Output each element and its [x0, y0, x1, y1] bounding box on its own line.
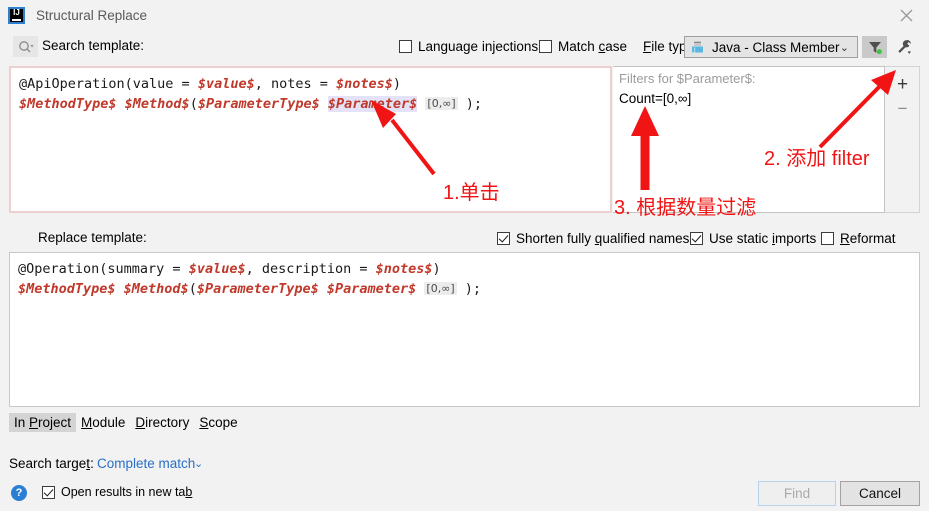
file-type-select[interactable]: J Java - Class Member ⌄ — [684, 36, 858, 58]
open-results-in-new-tab-checkbox[interactable]: Open results in new tab — [42, 485, 192, 499]
replace-template-label: Replace template: — [38, 230, 147, 245]
filter-actions: + − — [885, 66, 920, 213]
close-icon[interactable] — [883, 0, 929, 30]
code-token: $value$ — [197, 76, 255, 92]
search-template-line-1: @ApiOperation(value = $value$, notes = $… — [19, 74, 401, 94]
window-title: Structural Replace — [36, 7, 148, 23]
intellij-idea-logo-icon — [8, 6, 25, 24]
chevron-down-icon[interactable]: ⌄ — [194, 457, 203, 470]
code-token: $Parameter$ — [327, 96, 418, 112]
annotation-step-1: 1.单击 — [443, 182, 500, 204]
use-static-imports-checkbox[interactable]: Use static imports — [690, 231, 816, 246]
shorten-fully-qualified-names-checkbox-box — [497, 232, 510, 245]
structural-replace-dialog: Structural Replace Search template: Lang… — [0, 0, 929, 511]
language-injections-checkbox-box — [399, 40, 412, 53]
filters-panel-title: Filters for $Parameter$: — [619, 71, 756, 86]
use-static-imports-label: Use static imports — [709, 231, 817, 246]
code-token: $notes$ — [336, 76, 393, 92]
search-template-editor[interactable]: @ApiOperation(value = $value$, notes = $… — [9, 66, 612, 213]
language-injections-checkbox[interactable]: Language injections — [399, 39, 538, 54]
open-results-in-new-tab-checkbox-box — [42, 485, 55, 499]
match-case-label: Match case — [558, 39, 628, 54]
code-token: $MethodType$ $Method$ — [18, 281, 189, 297]
code-token: $ParameterType$ $Parameter$ — [196, 281, 417, 297]
code-token: $ParameterType$ — [197, 96, 328, 112]
shorten-fully-qualified-names-checkbox[interactable]: Shorten fully qualified names — [497, 231, 689, 246]
code-token: , notes = — [254, 76, 336, 92]
filter-list-item[interactable]: Count=[0,∞] — [619, 91, 691, 106]
replace-template-line-2: $MethodType$ $Method$($ParameterType$ $P… — [18, 279, 481, 299]
cancel-button[interactable]: Cancel — [840, 481, 920, 506]
code-token: ); — [457, 96, 483, 112]
match-case-checkbox[interactable]: Match case — [539, 39, 627, 54]
code-token: ) — [392, 76, 402, 92]
annotation-step-2: 2. 添加 filter — [764, 148, 870, 170]
find-button[interactable]: Find — [758, 481, 836, 506]
search-template-line-2: $MethodType$ $Method$($ParameterType$ $P… — [19, 94, 482, 114]
code-token: @Operation(summary = — [18, 261, 189, 277]
search-template-label: Search template: — [42, 38, 145, 53]
svg-text:J: J — [693, 48, 696, 54]
code-token: $MethodType$ $Method$ — [19, 96, 190, 112]
java-class-member-icon: J — [691, 40, 705, 54]
reformat-label: Reformat — [840, 231, 896, 246]
replace-template-line-1: @Operation(summary = $value$, descriptio… — [18, 259, 441, 279]
scope-tab-directory[interactable]: Directory — [130, 413, 194, 432]
scope-tabs: In Project Module Directory Scope — [9, 412, 243, 432]
search-target-label: Search target: — [9, 456, 94, 471]
code-token: ( — [189, 96, 198, 112]
code-token: ) — [432, 261, 441, 277]
code-token: @ApiOperation(value = — [19, 76, 198, 92]
code-token: ( — [188, 281, 197, 297]
match-case-checkbox-box — [539, 40, 552, 53]
scope-tab-scope[interactable]: Scope — [194, 413, 242, 432]
code-token: $value$ — [188, 261, 246, 277]
wrench-icon[interactable] — [891, 36, 916, 58]
filter-icon[interactable] — [862, 36, 887, 58]
scope-tab-module[interactable]: Module — [76, 413, 130, 432]
search-dropdown-icon[interactable] — [13, 36, 38, 57]
code-token: [0,∞] — [425, 97, 458, 110]
search-template-toolbar: Search template: Language injections Mat… — [0, 36, 929, 61]
language-injections-label: Language injections — [418, 39, 539, 54]
add-filter-button[interactable]: + — [885, 71, 920, 97]
annotation-step-3: 3. 根据数量过滤 — [614, 197, 757, 219]
replace-template-editor[interactable]: @Operation(summary = $value$, descriptio… — [9, 252, 920, 407]
code-token: ); — [456, 281, 482, 297]
open-results-in-new-tab-label: Open results in new tab — [61, 485, 193, 499]
title-bar: Structural Replace — [0, 0, 929, 30]
code-token: [0,∞] — [424, 282, 457, 295]
help-icon[interactable]: ? — [11, 485, 27, 501]
code-token: , description = — [245, 261, 376, 277]
reformat-checkbox-box — [821, 232, 834, 245]
use-static-imports-checkbox-box — [690, 232, 703, 245]
chevron-down-icon: ⌄ — [839, 42, 849, 54]
reformat-checkbox[interactable]: Reformat — [821, 231, 896, 246]
shorten-fully-qualified-names-label: Shorten fully qualified names — [516, 231, 690, 246]
remove-filter-button[interactable]: − — [885, 95, 920, 121]
search-target-value[interactable]: Complete match — [97, 456, 195, 471]
scope-tab-in-project[interactable]: In Project — [9, 412, 77, 432]
code-token: $notes$ — [375, 261, 433, 277]
file-type-value: Java - Class Member — [712, 39, 840, 55]
